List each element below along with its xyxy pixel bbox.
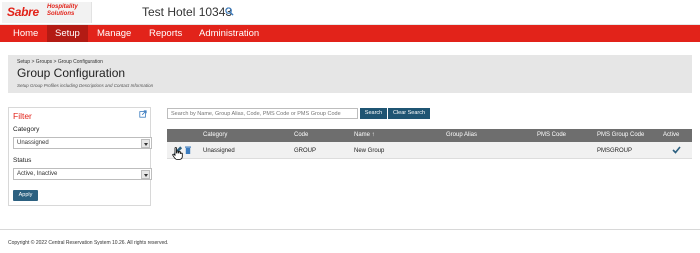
logo-name: Sabre	[7, 5, 39, 19]
hotel-name: Test Hotel 10343	[142, 5, 233, 19]
nav-item-reports[interactable]: Reports	[141, 25, 190, 42]
clear-search-button[interactable]: Clear Search	[388, 108, 430, 119]
search-icon[interactable]	[225, 7, 234, 16]
filter-panel: Filter Category Unassigned Status Active…	[8, 107, 152, 206]
apply-button[interactable]: Apply	[13, 190, 38, 201]
nav-item-setup[interactable]: Setup	[47, 25, 88, 42]
footer-divider	[0, 229, 700, 230]
nav-item-home[interactable]: Home	[5, 25, 46, 42]
search-input[interactable]	[167, 108, 358, 119]
nav-item-manage[interactable]: Manage	[89, 25, 139, 42]
column-header-pms-code[interactable]: PMS Code	[537, 132, 566, 138]
search-button[interactable]: Search	[360, 108, 387, 119]
column-header-active[interactable]: Active	[663, 132, 679, 138]
page-title: Group Configuration	[17, 66, 126, 80]
category-select-value: Unassigned	[17, 140, 49, 146]
category-label: Category	[13, 126, 40, 133]
status-select-value: Active, Inactive	[17, 171, 58, 177]
column-header-group-alias[interactable]: Group Alias	[446, 132, 477, 138]
cell-pms-group-code: PMSGROUP	[597, 148, 633, 154]
status-label: Status	[13, 157, 32, 164]
category-select[interactable]: Unassigned	[13, 137, 152, 149]
chevron-down-icon[interactable]	[141, 139, 150, 148]
column-header-code[interactable]: Code	[294, 132, 308, 138]
sabre-logo[interactable]: Sabre Hospitality Solutions	[2, 2, 92, 23]
cell-name: New Group	[354, 148, 385, 154]
app-root: Sabre Hospitality Solutions Test Hotel 1…	[0, 0, 700, 253]
column-header-category[interactable]: Category	[203, 132, 227, 138]
cell-category: Unassigned	[203, 148, 235, 154]
chevron-down-icon[interactable]	[141, 170, 150, 179]
check-icon	[672, 146, 681, 154]
filter-title: Filter	[13, 111, 32, 121]
status-select[interactable]: Active, Inactive	[13, 168, 152, 180]
column-header-name[interactable]: Name ↑	[354, 132, 375, 138]
logo-tagline: Hospitality Solutions	[47, 4, 78, 18]
page-subtitle: Setup Group Profiles including Descripti…	[17, 83, 154, 88]
cell-code: GROUP	[294, 148, 317, 154]
main-nav: Home Setup Manage Reports Administration	[0, 25, 700, 42]
hand-cursor-icon	[172, 147, 183, 160]
export-icon[interactable]	[139, 110, 147, 118]
logo-tagline-line2: Solutions	[47, 11, 75, 17]
nav-item-administration[interactable]: Administration	[191, 25, 267, 42]
breadcrumb[interactable]: Setup > Groups > Group Configuration	[17, 59, 103, 65]
trash-icon[interactable]	[185, 146, 191, 154]
table-row[interactable]: Unassigned GROUP New Group PMSGROUP	[167, 142, 692, 159]
top-header: Sabre Hospitality Solutions Test Hotel 1…	[0, 0, 700, 25]
logo-tagline-line1: Hospitality	[47, 4, 78, 10]
footer-copyright: Copyright © 2022 Central Reservation Sys…	[8, 240, 169, 246]
table-header: Category Code Name ↑ Group Alias PMS Cod…	[167, 129, 692, 142]
page-header: Setup > Groups > Group Configuration Gro…	[8, 55, 692, 93]
column-header-pms-group-code[interactable]: PMS Group Code	[597, 132, 644, 138]
